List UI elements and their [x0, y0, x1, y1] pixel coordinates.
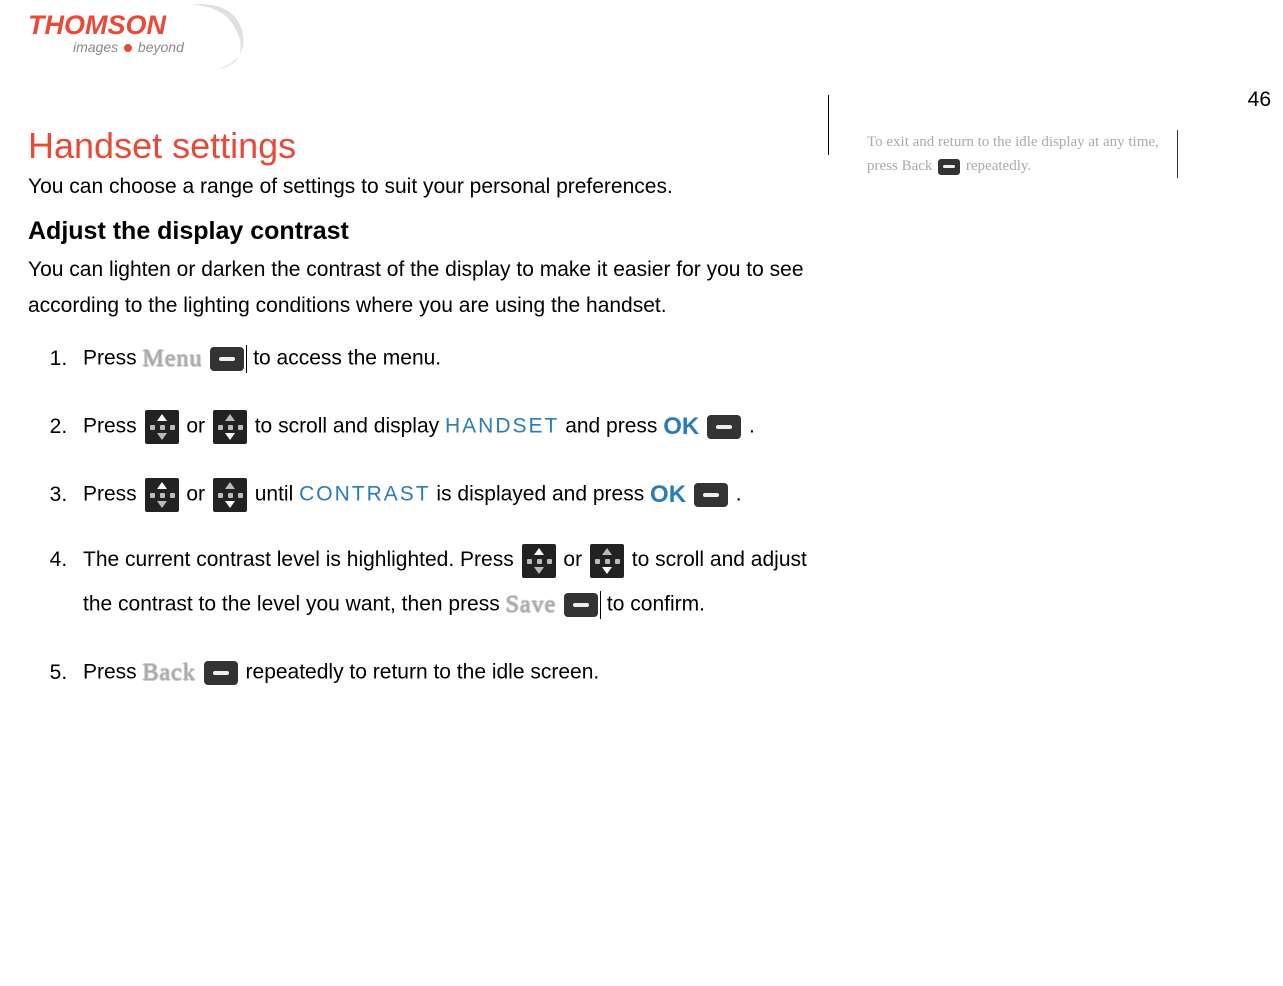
section-intro: You can lighten or darken the contrast o… — [28, 252, 828, 323]
steps-list: Press Menu to access the menu. Press or … — [73, 335, 828, 697]
sidebar: To exit and return to the idle display a… — [828, 95, 1178, 155]
logo-swoosh-icon — [170, 0, 255, 75]
softkey-icon — [204, 661, 238, 685]
save-softkey-label: Save — [506, 592, 557, 618]
sidebar-tip: To exit and return to the idle display a… — [867, 130, 1167, 178]
intro-text: You can choose a range of settings to su… — [28, 175, 828, 199]
text-cursor-icon — [246, 345, 247, 373]
step-4: The current contrast level is highlighte… — [73, 539, 828, 629]
step-5: Press Back repeatedly to return to the i… — [73, 649, 828, 697]
menu-softkey-label: Menu — [143, 346, 203, 372]
softkey-icon — [938, 159, 960, 175]
step-1: Press Menu to access the menu. — [73, 335, 828, 383]
tagline-left: images — [73, 39, 118, 55]
nav-down-icon — [590, 544, 624, 578]
main-content: Handset settings You can choose a range … — [28, 95, 828, 717]
nav-down-icon — [213, 478, 247, 512]
step-2: Press or to scroll and display HANDSET a… — [73, 403, 828, 451]
text-cursor-icon — [600, 591, 601, 619]
display-contrast-label: CONTRAST — [299, 483, 431, 506]
nav-down-icon — [213, 410, 247, 444]
display-handset-label: HANDSET — [445, 415, 559, 438]
back-softkey-label: Back — [143, 660, 196, 686]
softkey-icon — [564, 593, 598, 617]
logo-area: THOMSON images beyond — [0, 0, 1283, 95]
nav-up-icon — [522, 544, 556, 578]
softkey-icon — [694, 483, 728, 507]
page-number: 46 — [1248, 88, 1271, 112]
ok-label: OK — [663, 413, 699, 440]
nav-up-icon — [145, 478, 179, 512]
logo-dot-icon — [124, 44, 132, 52]
page-title: Handset settings — [28, 125, 828, 167]
softkey-icon — [707, 415, 741, 439]
step-3: Press or until CONTRAST is displayed and… — [73, 471, 828, 519]
section-heading: Adjust the display contrast — [28, 217, 828, 246]
ok-label: OK — [650, 481, 686, 508]
nav-up-icon — [145, 410, 179, 444]
softkey-icon — [210, 347, 244, 371]
